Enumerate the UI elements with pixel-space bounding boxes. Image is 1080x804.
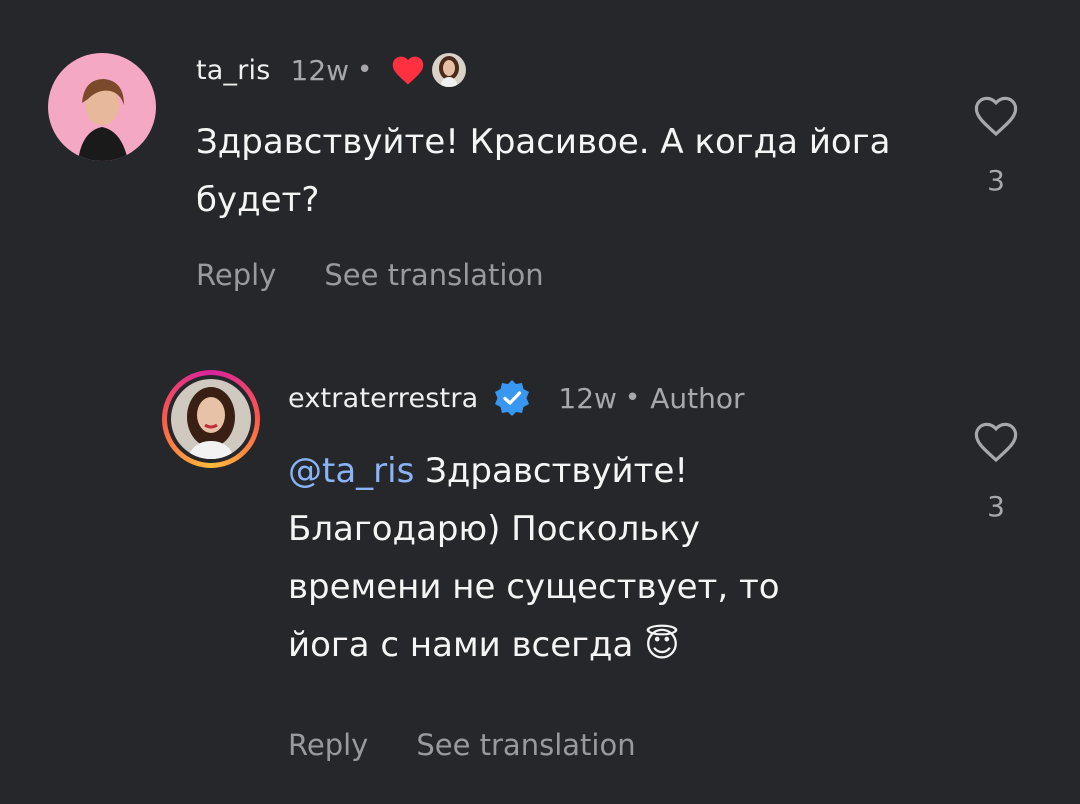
separator-dot: •: [357, 55, 373, 85]
avatar: [171, 379, 251, 459]
story-ring[interactable]: [162, 370, 260, 468]
comment-meta: extraterrestra 12w • Author: [288, 378, 745, 418]
username[interactable]: ta_ris: [196, 55, 271, 86]
comment-meta: ta_ris 12w •: [196, 50, 467, 90]
timestamp: 12w: [558, 381, 617, 415]
like-count: 3: [987, 490, 1005, 523]
reply-button[interactable]: Reply: [288, 728, 368, 762]
like-column: 3: [966, 94, 1026, 197]
separator-dot: •: [624, 383, 641, 413]
timestamp: 12w: [290, 53, 350, 87]
comments-thread: ta_ris 12w • Здравствуйте! Красивое. А к…: [0, 0, 1080, 804]
avatar[interactable]: [48, 53, 156, 161]
like-heart-icon[interactable]: [971, 420, 1021, 464]
see-translation-button[interactable]: See translation: [416, 728, 635, 762]
comment-text: Здравствуйте! Красивое. А когда йога буд…: [196, 122, 891, 220]
like-heart-icon[interactable]: [971, 94, 1021, 138]
see-translation-button[interactable]: See translation: [324, 258, 543, 292]
username[interactable]: extraterrestra: [288, 383, 478, 414]
like-column: 3: [966, 420, 1026, 523]
smiling-halo-emoji-icon: 😇: [644, 625, 680, 665]
comment-actions: Reply See translation: [288, 728, 636, 762]
comment-extraterrestra: extraterrestra 12w • Author @ta_ris Здра…: [0, 330, 1080, 804]
heart-icon: [390, 54, 426, 86]
comment-ta-ris: ta_ris 12w • Здравствуйте! Красивое. А к…: [0, 0, 1080, 320]
author-label: Author: [650, 381, 745, 415]
verified-badge-icon: [492, 378, 532, 418]
author-avatar-small: [432, 53, 467, 87]
reply-button[interactable]: Reply: [196, 258, 276, 292]
comment-actions: Reply See translation: [196, 258, 544, 292]
like-count: 3: [987, 164, 1005, 197]
comment-text: @ta_ris Здравствуйте! Благодарю) Посколь…: [288, 442, 848, 674]
mention-link[interactable]: @ta_ris: [288, 451, 414, 491]
